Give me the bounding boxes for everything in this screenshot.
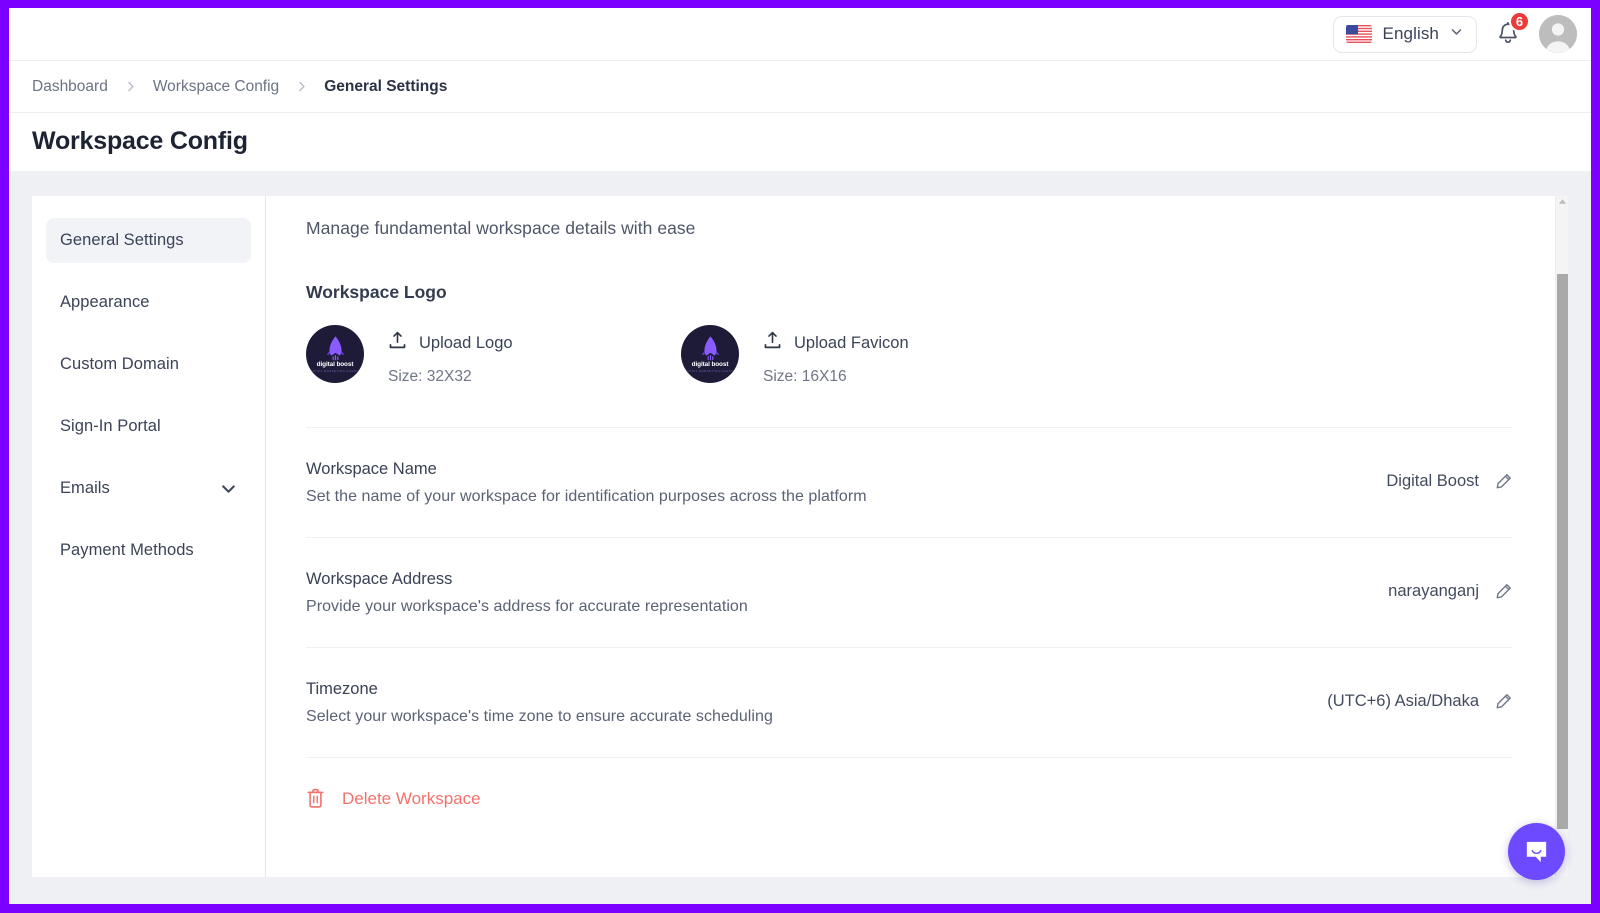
- breadcrumb: Dashboard Workspace Config General Setti…: [9, 60, 1591, 113]
- sidebar-item-label: Emails: [60, 479, 110, 498]
- upload-favicon-label: Upload Favicon: [794, 334, 909, 353]
- page-title: Workspace Config: [32, 127, 248, 156]
- sidebar-item-appearance[interactable]: Appearance: [46, 280, 251, 325]
- content-backdrop: General Settings Appearance Custom Domai…: [9, 171, 1591, 904]
- logo-upload-group: digital boost DIGITAL MARKETING AGENCY: [306, 325, 681, 386]
- upload-favicon-button[interactable]: Upload Favicon: [763, 331, 909, 355]
- caret-up-icon: [1558, 198, 1567, 205]
- workspace-logo-heading: Workspace Logo: [306, 282, 1512, 303]
- upload-icon: [388, 331, 407, 355]
- setting-row-workspace-name: Workspace Name Set the name of your work…: [306, 428, 1512, 537]
- setting-value: Digital Boost: [1386, 472, 1479, 491]
- setting-title: Workspace Name: [306, 460, 1366, 479]
- settings-content: Manage fundamental workspace details wit…: [266, 196, 1568, 877]
- rocket-logo-icon: [324, 335, 347, 361]
- setting-title: Workspace Address: [306, 570, 1368, 589]
- sidebar-item-payment-methods[interactable]: Payment Methods: [46, 528, 251, 573]
- favicon-upload-group: digital boost DIGITAL MARKETING AGENCY: [681, 325, 909, 386]
- chevron-right-icon: [108, 80, 153, 93]
- delete-workspace-button[interactable]: Delete Workspace: [306, 758, 1512, 809]
- sidebar-item-custom-domain[interactable]: Custom Domain: [46, 342, 251, 387]
- us-flag-icon: [1346, 25, 1372, 43]
- upload-logo-button[interactable]: Upload Logo: [388, 331, 513, 355]
- settings-card: General Settings Appearance Custom Domai…: [32, 196, 1568, 877]
- workspace-logo-preview[interactable]: digital boost DIGITAL MARKETING AGENCY: [306, 325, 364, 383]
- scrollbar-thumb[interactable]: [1557, 274, 1568, 829]
- language-label: English: [1383, 24, 1439, 44]
- upload-logo-label: Upload Logo: [419, 334, 513, 353]
- sidebar-item-label: Custom Domain: [60, 355, 179, 374]
- setting-description: Select your workspace's time zone to ens…: [306, 708, 1307, 726]
- delete-workspace-label: Delete Workspace: [342, 789, 481, 809]
- sidebar-item-label: Appearance: [60, 293, 150, 312]
- application-window: English 6 Dashboard: [9, 8, 1591, 904]
- chat-bubble-icon: [1523, 838, 1550, 865]
- settings-sidebar: General Settings Appearance Custom Domai…: [32, 196, 266, 877]
- logo-wordmark: digital boost: [317, 362, 354, 368]
- chat-launcher-button[interactable]: [1508, 823, 1565, 880]
- chevron-right-icon: [279, 80, 324, 93]
- setting-value: narayanganj: [1388, 582, 1479, 601]
- logo-upload-row: digital boost DIGITAL MARKETING AGENCY: [306, 325, 1512, 386]
- upload-icon: [763, 331, 782, 355]
- user-avatar-icon: [1539, 15, 1577, 53]
- sidebar-item-emails[interactable]: Emails: [46, 466, 251, 511]
- scrollbar-up-arrow[interactable]: [1556, 198, 1568, 205]
- pencil-icon[interactable]: [1495, 583, 1512, 600]
- purple-app-frame: English 6 Dashboard: [0, 0, 1600, 913]
- notification-count-badge: 6: [1509, 11, 1530, 32]
- logo-tagline: DIGITAL MARKETING AGENCY: [309, 369, 362, 373]
- pencil-icon[interactable]: [1495, 473, 1512, 490]
- sidebar-item-sign-in-portal[interactable]: Sign-In Portal: [46, 404, 251, 449]
- favicon-size-note: Size: 16X16: [763, 368, 909, 386]
- setting-row-workspace-address: Workspace Address Provide your workspace…: [306, 538, 1512, 647]
- rocket-logo-icon: [699, 335, 722, 361]
- sidebar-item-general-settings[interactable]: General Settings: [46, 218, 251, 263]
- chevron-down-icon: [220, 480, 237, 497]
- chevron-down-icon: [1450, 25, 1463, 43]
- notifications-button[interactable]: 6: [1493, 17, 1523, 51]
- logo-tagline: DIGITAL MARKETING AGENCY: [684, 369, 737, 373]
- sidebar-item-label: Payment Methods: [60, 541, 194, 560]
- page-header: Workspace Config: [9, 113, 1591, 169]
- setting-row-timezone: Timezone Select your workspace's time zo…: [306, 648, 1512, 757]
- setting-title: Timezone: [306, 680, 1307, 699]
- workspace-favicon-preview[interactable]: digital boost DIGITAL MARKETING AGENCY: [681, 325, 739, 383]
- breadcrumb-item-general-settings: General Settings: [324, 78, 447, 96]
- breadcrumb-item-workspace-config[interactable]: Workspace Config: [153, 78, 279, 96]
- setting-description: Provide your workspace's address for acc…: [306, 598, 1368, 616]
- pencil-icon[interactable]: [1495, 693, 1512, 710]
- setting-description: Set the name of your workspace for ident…: [306, 488, 1366, 506]
- section-lead-text: Manage fundamental workspace details wit…: [306, 218, 1512, 239]
- trash-icon: [306, 788, 325, 809]
- content-scrollbar[interactable]: [1555, 196, 1568, 877]
- logo-size-note: Size: 32X32: [388, 368, 513, 386]
- avatar[interactable]: [1539, 15, 1577, 53]
- language-selector[interactable]: English: [1333, 16, 1477, 53]
- breadcrumb-item-dashboard[interactable]: Dashboard: [32, 78, 108, 96]
- logo-wordmark: digital boost: [692, 362, 729, 368]
- setting-value: (UTC+6) Asia/Dhaka: [1327, 692, 1479, 711]
- sidebar-item-label: General Settings: [60, 231, 184, 250]
- sidebar-item-label: Sign-In Portal: [60, 417, 161, 436]
- top-bar: English 6: [9, 8, 1591, 60]
